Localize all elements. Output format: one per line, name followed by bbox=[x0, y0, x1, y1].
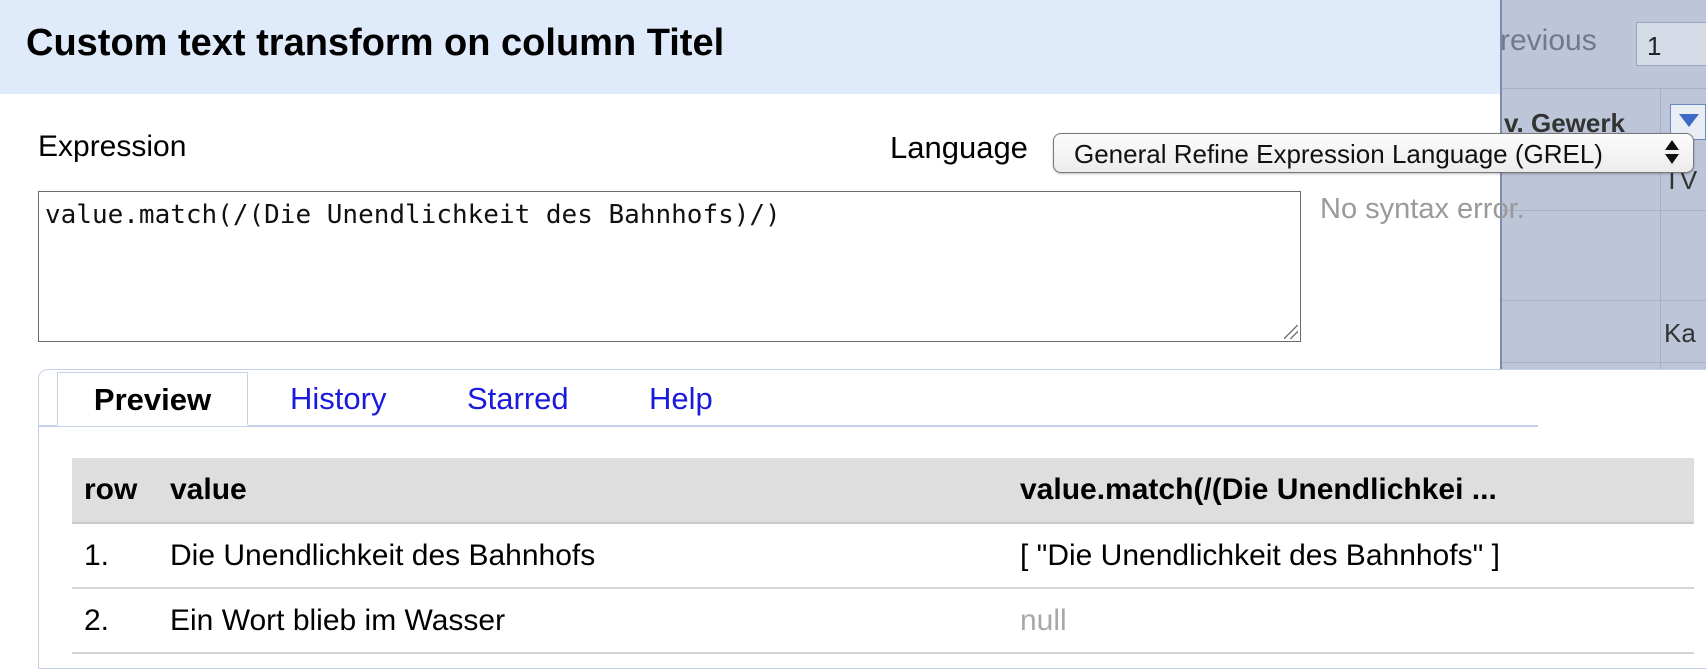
language-select[interactable]: General Refine Expression Language (GREL… bbox=[1053, 133, 1694, 173]
resize-grip-icon[interactable] bbox=[1284, 325, 1298, 339]
row-value: Die Unendlichkeit des Bahnhofs bbox=[158, 523, 1008, 589]
pager-previous-link[interactable]: revious bbox=[1502, 24, 1597, 58]
preview-header-row: row value value.match(/(Die Unendlichkei… bbox=[72, 458, 1694, 524]
language-selected-value: General Refine Expression Language (GREL… bbox=[1074, 139, 1603, 169]
tab-strip-divider bbox=[38, 425, 1538, 427]
syntax-status: No syntax error. bbox=[1320, 193, 1525, 225]
tab-history[interactable]: History bbox=[290, 372, 386, 426]
tab-preview[interactable]: Preview bbox=[57, 372, 248, 426]
dialog-title: Custom text transform on column Titel bbox=[26, 22, 725, 64]
row-number: 2. bbox=[72, 588, 158, 654]
select-updown-icon bbox=[1665, 140, 1679, 166]
background-page-fragment: revious 1 v. Gewerk TV Ka bbox=[1500, 0, 1706, 425]
header-row-number: row bbox=[72, 458, 158, 524]
row-number: 1. bbox=[72, 523, 158, 589]
expression-label: Expression bbox=[38, 130, 187, 163]
row-result: [ "Die Unendlichkeit des Bahnhofs" ] bbox=[1008, 523, 1694, 589]
dialog-header: Custom text transform on column Titel bbox=[0, 0, 1500, 94]
grid-cell: Ka bbox=[1664, 318, 1696, 348]
table-row: 2. Ein Wort blieb im Wasser null bbox=[72, 588, 1694, 654]
row-result-null: null bbox=[1008, 588, 1694, 654]
grid-row-divider bbox=[1502, 300, 1706, 301]
tab-starred[interactable]: Starred bbox=[467, 372, 569, 426]
table-row: 1. Die Unendlichkeit des Bahnhofs [ "Die… bbox=[72, 523, 1694, 589]
header-value: value bbox=[158, 458, 1008, 524]
preview-table: row value value.match(/(Die Unendlichkei… bbox=[72, 458, 1694, 654]
language-label: Language bbox=[890, 130, 1028, 165]
grid-row-divider bbox=[1502, 210, 1706, 211]
grid-row-divider bbox=[1502, 362, 1706, 363]
pager-page-input[interactable]: 1 bbox=[1636, 22, 1706, 66]
tab-help[interactable]: Help bbox=[649, 372, 713, 426]
expression-input[interactable] bbox=[38, 191, 1301, 342]
row-value: Ein Wort blieb im Wasser bbox=[158, 588, 1008, 654]
header-result: value.match(/(Die Unendlichkei ... bbox=[1008, 458, 1694, 524]
